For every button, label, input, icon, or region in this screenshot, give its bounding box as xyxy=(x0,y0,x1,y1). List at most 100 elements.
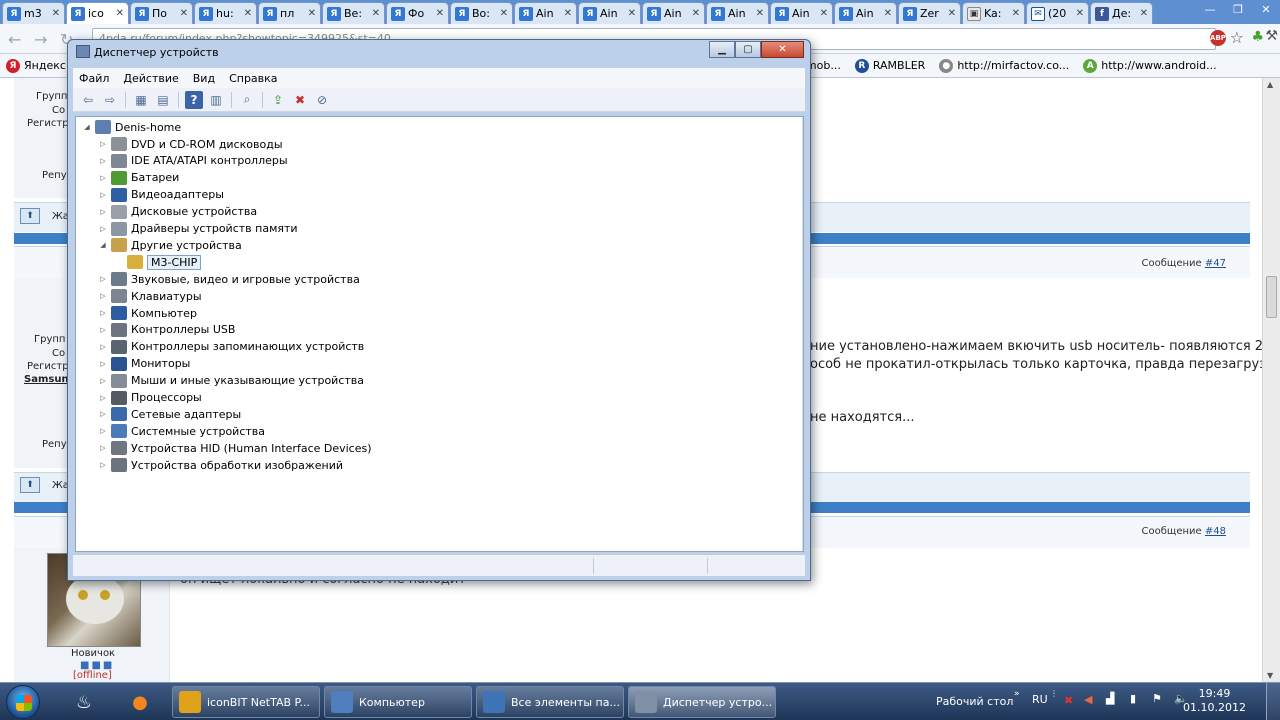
tree-category-node[interactable]: ▷ Устройства HID (Human Interface Devices… xyxy=(98,440,372,456)
browser-tab[interactable]: Я Zer ✕ xyxy=(898,2,961,24)
close-icon[interactable]: ✕ xyxy=(1252,0,1280,18)
tab-close-icon[interactable]: ✕ xyxy=(308,8,316,19)
window-close-button[interactable]: ✕ xyxy=(761,41,804,58)
tab-close-icon[interactable]: ✕ xyxy=(1140,8,1148,19)
expand-arrow-icon[interactable]: ▷ xyxy=(98,157,108,165)
tree-category-node[interactable]: ▷ Звуковые, видео и игровые устройства xyxy=(98,271,360,287)
expand-arrow-icon[interactable]: ▷ xyxy=(98,410,108,418)
expand-arrow-icon[interactable]: ▷ xyxy=(98,174,108,182)
message-48-link[interactable]: #48 xyxy=(1205,526,1226,537)
tab-close-icon[interactable]: ✕ xyxy=(628,8,636,19)
tree-category-node[interactable]: ▷ Контроллеры USB xyxy=(98,322,235,338)
tree-device-node[interactable]: M3-CHIP xyxy=(114,254,202,270)
expand-arrow-icon[interactable]: ▷ xyxy=(98,225,108,233)
tree-category-node[interactable]: ▷ Контроллеры запоминающих устройств xyxy=(98,339,364,355)
browser-tab[interactable]: f Де: ✕ xyxy=(1090,2,1153,24)
tree-category-node[interactable]: ▷ IDE ATA/ATAPI контроллеры xyxy=(98,153,288,169)
collapse-arrow-icon[interactable]: ◢ xyxy=(98,241,108,249)
browser-tab[interactable]: Япл ✕ xyxy=(258,2,321,24)
browser-tab[interactable]: Я Фо ✕ xyxy=(386,2,449,24)
expand-arrow-icon[interactable]: ▷ xyxy=(98,326,108,334)
bookmark-item[interactable]: Ahttp://www.android... xyxy=(1083,58,1217,73)
minimize-icon[interactable]: — xyxy=(1196,0,1224,18)
menu-view[interactable]: Вид xyxy=(193,72,215,85)
tab-close-icon[interactable]: ✕ xyxy=(116,8,124,19)
expand-arrow-icon[interactable]: ▷ xyxy=(98,444,108,452)
tray-warning-icon[interactable]: ◀ xyxy=(1084,693,1092,706)
flag-icon[interactable]: ⚑ xyxy=(1152,692,1162,705)
tree-category-node[interactable]: ▷ Видеоадаптеры xyxy=(98,187,224,203)
adblock-icon[interactable]: ABP xyxy=(1210,30,1226,46)
forward-arrow-icon[interactable]: → xyxy=(34,30,47,49)
tree-category-node[interactable]: ▷ Драйверы устройств памяти xyxy=(98,221,298,237)
expand-arrow-icon[interactable]: ▷ xyxy=(98,275,108,283)
tab-close-icon[interactable]: ✕ xyxy=(372,8,380,19)
menu-file[interactable]: Файл xyxy=(79,72,109,85)
bookmark-item[interactable]: Я Яндекс xyxy=(6,58,66,73)
expand-arrow-icon[interactable]: ▷ xyxy=(98,292,108,300)
help-icon[interactable]: ? xyxy=(185,90,203,109)
tree-category-node[interactable]: ▷ Мониторы xyxy=(98,356,190,372)
tab-close-icon[interactable]: ✕ xyxy=(1076,8,1084,19)
tab-close-icon[interactable]: ✕ xyxy=(1012,8,1020,19)
toolbar-chevron-icon[interactable]: » xyxy=(1014,689,1020,699)
tab-close-icon[interactable]: ✕ xyxy=(244,8,252,19)
tree-category-node[interactable]: ▷ DVD и CD-ROM дисководы xyxy=(98,136,283,152)
menu-action[interactable]: Действие xyxy=(123,72,178,85)
browser-tab[interactable]: Я Be: ✕ xyxy=(322,2,385,24)
show-hide-action-pane-icon[interactable]: ▥ xyxy=(207,91,225,109)
tree-category-node[interactable]: ▷ Системные устройства xyxy=(98,423,265,439)
show-hide-console-tree-icon[interactable]: ▦ xyxy=(132,91,150,109)
desktop-toolbar-label[interactable]: Рабочий стол xyxy=(936,695,1013,708)
bookmark-item[interactable]: R RAMBLER xyxy=(854,58,925,73)
show-desktop-button[interactable] xyxy=(1266,683,1280,720)
start-button[interactable] xyxy=(6,685,40,719)
window-maximize-button[interactable]: ▢ xyxy=(735,41,761,58)
tree-category-node[interactable]: ◢ Другие устройства xyxy=(98,237,242,253)
tree-category-node[interactable]: ▷ Устройства обработки изображений xyxy=(98,457,343,473)
tree-category-node[interactable]: ▷ Батареи xyxy=(98,170,179,186)
page-scrollbar[interactable]: ▲ ▼ xyxy=(1262,78,1280,682)
browser-tab[interactable]: Яm3 ✕ xyxy=(2,2,65,24)
browser-tab[interactable]: Я Ain ✕ xyxy=(770,2,833,24)
tree-category-node[interactable]: ▷ Процессоры xyxy=(98,390,202,406)
tab-close-icon[interactable]: ✕ xyxy=(948,8,956,19)
properties-list-icon[interactable]: ▤ xyxy=(154,91,172,109)
browser-tab[interactable]: Я По ✕ xyxy=(130,2,193,24)
tray-expand-icon[interactable]: ⋮ xyxy=(1050,689,1058,698)
expand-arrow-icon[interactable]: ▷ xyxy=(98,208,108,216)
tab-close-icon[interactable]: ✕ xyxy=(692,8,700,19)
tab-close-icon[interactable]: ✕ xyxy=(436,8,444,19)
bookmark-star-icon[interactable]: ☆ xyxy=(1230,28,1244,47)
scan-hardware-icon[interactable]: ⌕ xyxy=(238,91,256,109)
language-indicator[interactable]: RU xyxy=(1032,693,1048,706)
tree-root-computer[interactable]: ◢ Denis-home xyxy=(82,119,181,135)
expand-arrow-icon[interactable]: ▷ xyxy=(98,360,108,368)
browser-tab[interactable]: Яhu: ✕ xyxy=(194,2,257,24)
tray-app-icon[interactable]: ✖ xyxy=(1064,694,1073,707)
browser-tab[interactable]: Я Bo: ✕ xyxy=(450,2,513,24)
browser-tab[interactable]: Я Ain ✕ xyxy=(834,2,897,24)
scroll-up-button[interactable]: ⬆ xyxy=(20,208,40,224)
browser-tab[interactable]: Я Ain ✕ xyxy=(706,2,769,24)
firefox-icon[interactable]: ● xyxy=(120,687,160,717)
browser-tab[interactable]: Я Ain ✕ xyxy=(578,2,641,24)
tree-category-node[interactable]: ▷ Сетевые адаптеры xyxy=(98,406,241,422)
extension-icon[interactable]: ♣ xyxy=(1251,29,1264,45)
browser-tab[interactable]: Я Ain ✕ xyxy=(642,2,705,24)
expand-arrow-icon[interactable]: ▷ xyxy=(98,191,108,199)
tree-category-node[interactable]: ▷ Клавиатуры xyxy=(98,288,202,304)
tab-close-icon[interactable]: ✕ xyxy=(756,8,764,19)
tab-close-icon[interactable]: ✕ xyxy=(52,8,60,19)
device-tree[interactable]: ◢ Denis-home ▷ DVD и CD-ROM дисководы ▷ IDE A… xyxy=(75,116,804,552)
bookmark-item[interactable]: ● http://mirfactov.co... xyxy=(939,58,1069,73)
tab-close-icon[interactable]: ✕ xyxy=(180,8,188,19)
expand-arrow-icon[interactable]: ▷ xyxy=(98,377,108,385)
tab-close-icon[interactable]: ✕ xyxy=(564,8,572,19)
network-icon[interactable]: ▟ xyxy=(1106,692,1114,705)
message-47-link[interactable]: #47 xyxy=(1205,258,1226,269)
expand-arrow-icon[interactable]: ▷ xyxy=(98,140,108,148)
tab-close-icon[interactable]: ✕ xyxy=(820,8,828,19)
browser-tab[interactable]: ▣ Ka: ✕ xyxy=(962,2,1025,24)
back-icon[interactable]: ⇦ xyxy=(79,91,97,109)
